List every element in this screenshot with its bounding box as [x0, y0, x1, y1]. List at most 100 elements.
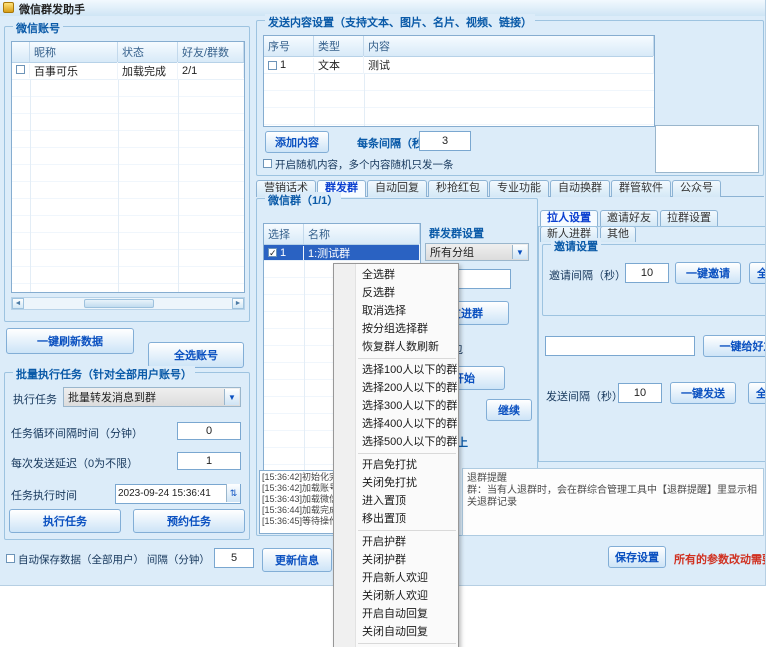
chevron-down-icon[interactable]: ▼	[224, 389, 239, 405]
account-checkbox[interactable]	[16, 65, 25, 74]
group-row-no: 1	[280, 247, 286, 259]
menu-item-disable-group-protect[interactable]: 关闭护群	[334, 551, 458, 569]
content-preview-box[interactable]	[655, 125, 759, 173]
menu-item-select-under-400[interactable]: 选择400人以下的群	[334, 415, 458, 433]
tab-official-account[interactable]: 公众号	[672, 180, 721, 197]
group-filter-combobox[interactable]: 所有分组 ▼	[425, 243, 529, 261]
menu-item-disable-welcome[interactable]: 关闭新人欢迎	[334, 587, 458, 605]
content-header-type: 类型	[314, 36, 364, 56]
group-checkbox[interactable]	[268, 248, 277, 257]
random-content-label: 开启随机内容，多个内容随机只发一条	[275, 157, 454, 172]
grid-column-divider	[30, 80, 31, 293]
groups-table-header: 选择 名称	[264, 224, 420, 245]
invite-interval-input[interactable]	[625, 263, 669, 283]
scroll-thumb[interactable]	[84, 299, 154, 308]
one-key-send-button[interactable]: 一键发送	[670, 382, 736, 404]
task-combobox[interactable]: 批量转发消息到群 ▼	[63, 387, 241, 407]
accounts-empty-rows	[12, 80, 244, 293]
menu-item-disable-auto-reply[interactable]: 关闭自动回复	[334, 623, 458, 641]
schedule-task-button[interactable]: 预约任务	[133, 509, 245, 533]
accounts-groupbox: 微信账号 昵称 状态 好友/群数 百事可乐 加载完成 2/1	[4, 26, 250, 322]
autosave-checkbox[interactable]	[6, 554, 15, 563]
hint-line2: 群：当有人退群时，会在群综合管理工具中【退群提醒】里显示相关退群记录	[467, 485, 759, 509]
exec-time-input[interactable]	[115, 484, 241, 504]
spinner-icon[interactable]: ⇅	[226, 484, 240, 502]
content-row[interactable]: 1 文本 测试	[264, 57, 654, 74]
send-interval-input[interactable]	[618, 383, 662, 403]
select-all-accounts-button[interactable]: 全选账号	[148, 342, 244, 368]
refresh-data-button[interactable]: 一键刷新数据	[6, 328, 134, 354]
send-to-friends-button[interactable]: 一键给好友发送	[703, 335, 766, 357]
menu-item-select-by-category[interactable]: 按分组选择群	[334, 320, 458, 338]
tab-auto-switch-group[interactable]: 自动换群	[550, 180, 610, 197]
menu-item-enable-auto-reply[interactable]: 开启自动回复	[334, 605, 458, 623]
menu-item-select-under-200[interactable]: 选择200人以下的群	[334, 379, 458, 397]
tab-red-packet[interactable]: 秒抢红包	[428, 180, 488, 197]
tab-pro-features[interactable]: 专业功能	[489, 180, 549, 197]
window-title: 微信群发助手	[19, 1, 85, 17]
menu-item-select-under-300[interactable]: 选择300人以下的群	[334, 397, 458, 415]
invite-all-button[interactable]: 全部邀请	[749, 262, 766, 284]
groups-header-name: 名称	[304, 224, 420, 244]
autosave-interval-input[interactable]	[214, 548, 254, 568]
continue-button[interactable]: 继续	[486, 399, 532, 421]
random-content-checkbox[interactable]	[263, 159, 272, 168]
content-row-checkbox[interactable]	[268, 61, 277, 70]
menu-separator	[358, 453, 456, 454]
menu-item-unpin-group[interactable]: 移出置顶	[334, 510, 458, 528]
content-table[interactable]: 序号 类型 内容 1 文本 测试	[263, 35, 655, 127]
grid-column-divider	[118, 80, 119, 293]
account-row[interactable]: 百事可乐 加载完成 2/1	[12, 63, 244, 80]
screen: 微信群发助手 微信账号 昵称 状态 好友/群数 百事可乐 加载完成 2/1	[0, 0, 770, 647]
app-icon	[3, 2, 14, 13]
menu-item-clear-selection[interactable]: 取消选择	[334, 302, 458, 320]
menu-item-select-under-500[interactable]: 选择500人以下的群	[334, 433, 458, 451]
invite-interval-label: 邀请间隔（秒）	[549, 267, 626, 283]
loop-interval-label: 任务循环间隔时间（分钟）	[11, 425, 143, 441]
run-task-button[interactable]: 执行任务	[9, 509, 121, 533]
menu-item-select-under-100[interactable]: 选择100人以下的群	[334, 361, 458, 379]
scroll-left-icon[interactable]: ◄	[12, 298, 24, 309]
subtab-pull-people[interactable]: 拉人设置	[540, 210, 598, 226]
update-info-button[interactable]: 更新信息	[262, 548, 332, 572]
friend-message-input[interactable]	[545, 336, 695, 356]
group-row-name: 1:测试群	[304, 244, 420, 262]
send-all-button[interactable]: 全部发送	[748, 382, 766, 404]
group-filter-value: 所有分组	[430, 244, 474, 260]
content-header-body: 内容	[364, 36, 654, 56]
grid-column-divider	[178, 80, 179, 293]
loop-interval-input[interactable]	[177, 422, 241, 440]
content-groupbox: 发送内容设置（支持文本、图片、名片、视频、链接） 序号 类型 内容 1 文本 测…	[256, 20, 764, 176]
task-combo-value: 批量转发消息到群	[68, 389, 156, 405]
grid-column-divider	[364, 74, 365, 127]
menu-item-pin-group[interactable]: 进入置顶	[334, 492, 458, 510]
group-row-selected[interactable]: 1 1:测试群	[264, 245, 420, 261]
menu-item-enable-mute[interactable]: 开启免打扰	[334, 456, 458, 474]
save-settings-button[interactable]: 保存设置	[608, 546, 666, 568]
accounts-header-checkbox-col	[12, 42, 30, 62]
tab-auto-reply[interactable]: 自动回复	[367, 180, 427, 197]
tab-group-manage[interactable]: 群管软件	[611, 180, 671, 197]
accounts-table[interactable]: 昵称 状态 好友/群数 百事可乐 加载完成 2/1	[11, 41, 245, 293]
send-delay-input[interactable]	[177, 452, 241, 470]
menu-item-disable-mute[interactable]: 关闭免打扰	[334, 474, 458, 492]
grid-column-divider	[314, 74, 315, 127]
menu-item-refresh-member-count[interactable]: 恢复群人数刷新	[334, 338, 458, 356]
subtab-pull-group[interactable]: 拉群设置	[660, 210, 718, 226]
content-group-title: 发送内容设置（支持文本、图片、名片、视频、链接）	[265, 14, 535, 30]
add-content-button[interactable]: 添加内容	[265, 131, 329, 153]
menu-item-enable-welcome[interactable]: 开启新人欢迎	[334, 569, 458, 587]
msg-interval-input[interactable]	[419, 131, 471, 151]
menu-item-select-all-groups[interactable]: 全选群	[334, 266, 458, 284]
chevron-down-icon[interactable]: ▼	[512, 245, 527, 259]
subtab-invite-friend[interactable]: 邀请好友	[600, 210, 658, 226]
menu-item-invert-selection[interactable]: 反选群	[334, 284, 458, 302]
one-key-invite-button[interactable]: 一键邀请	[675, 262, 741, 284]
save-warning-text: 所有的参数改动需要保存	[674, 551, 766, 567]
content-header-no: 序号	[264, 36, 314, 56]
accounts-hscrollbar[interactable]: ◄ ►	[11, 297, 245, 310]
menu-item-enable-group-protect[interactable]: 开启护群	[334, 533, 458, 551]
exec-time-picker[interactable]: ⇅	[115, 483, 241, 503]
scroll-right-icon[interactable]: ►	[232, 298, 244, 309]
groups-header-select: 选择	[264, 224, 304, 244]
